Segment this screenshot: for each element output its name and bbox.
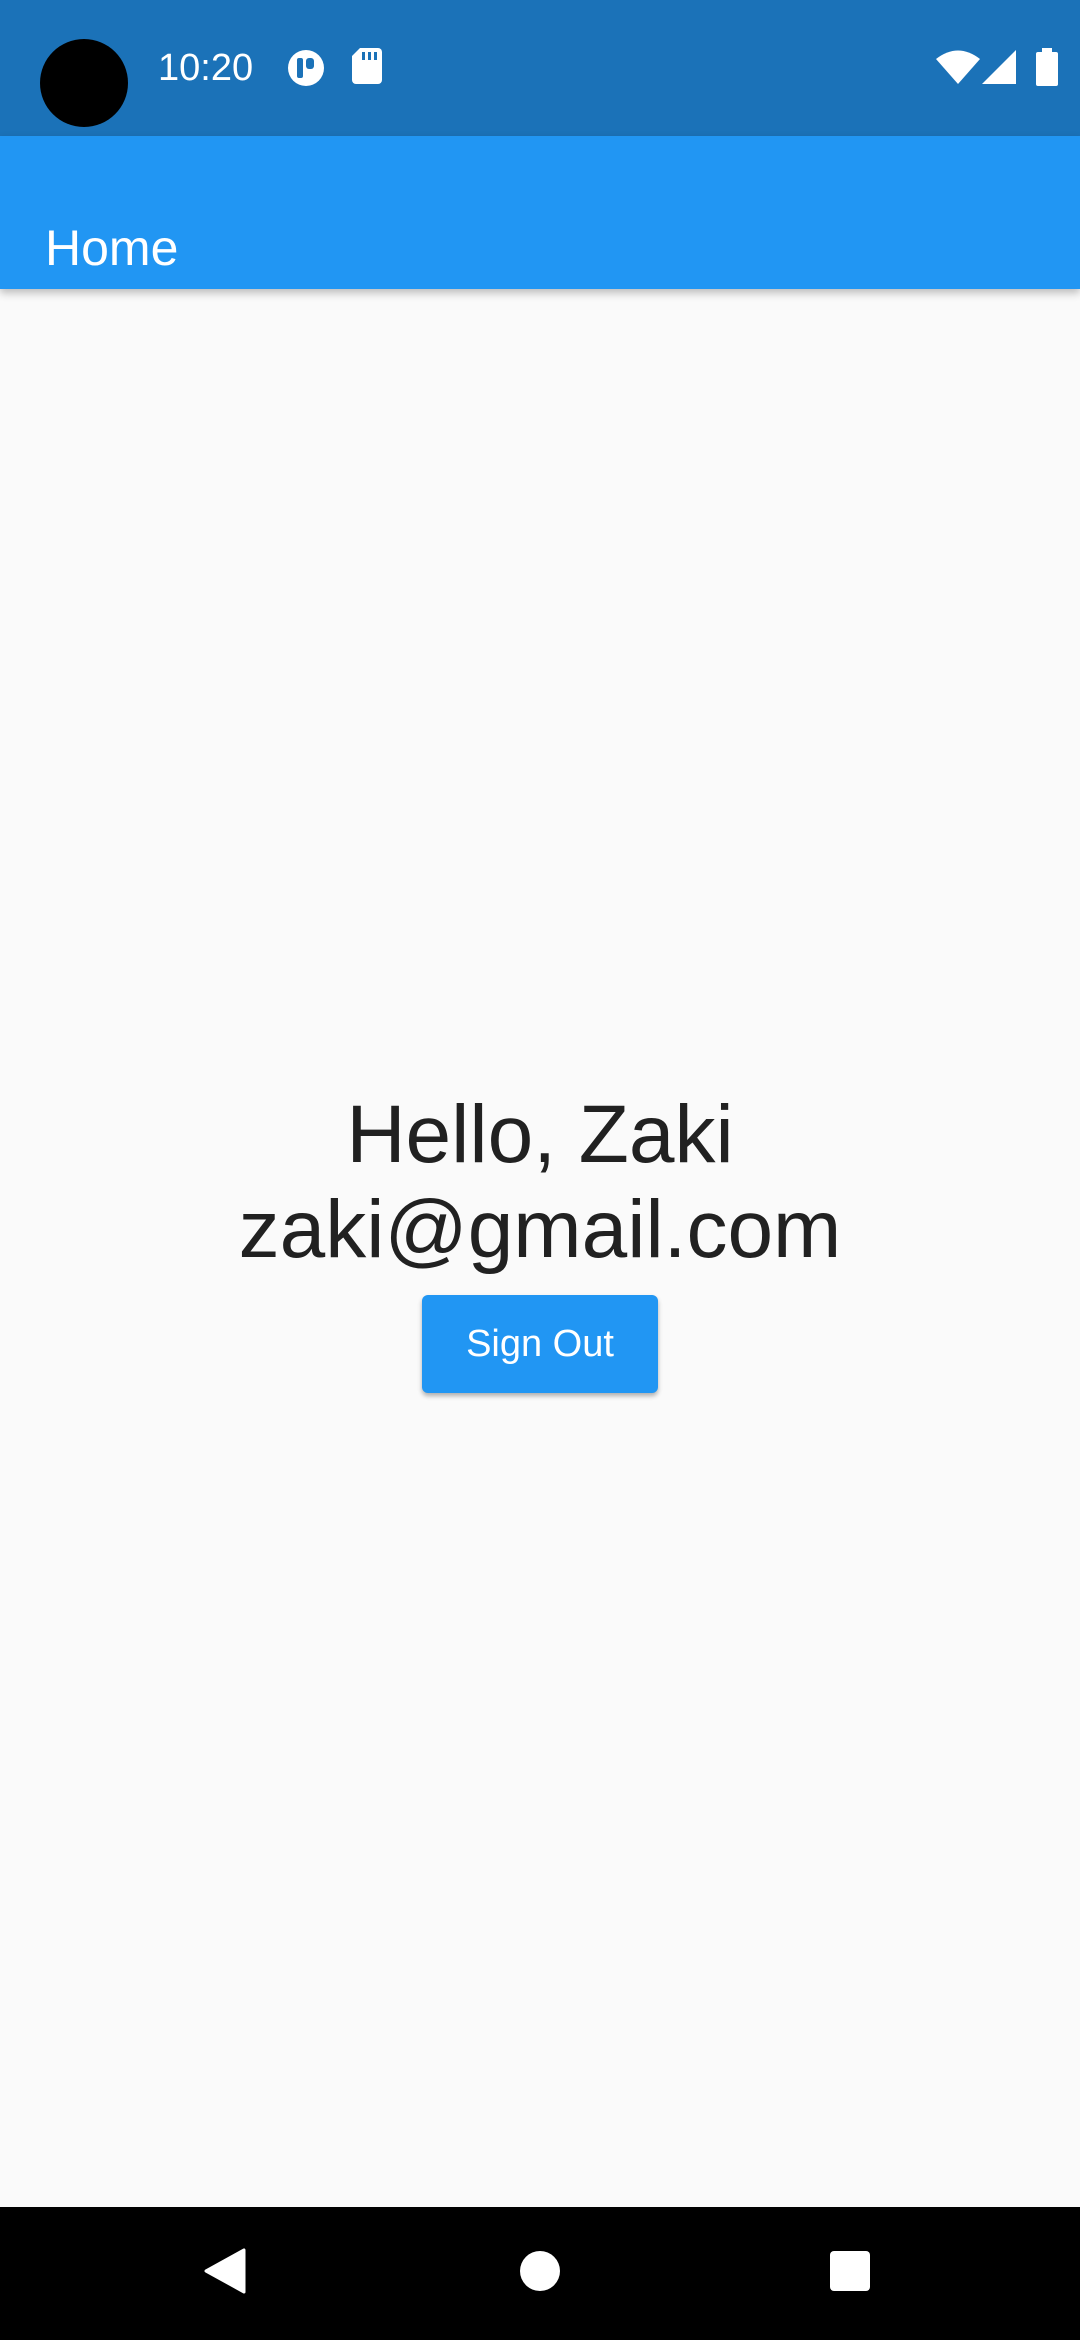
- cell-signal-icon: [982, 50, 1016, 89]
- navigation-bar: [0, 2207, 1080, 2340]
- sd-card-icon: [352, 48, 382, 89]
- status-time: 10:20: [158, 47, 254, 89]
- main-content: Hello, Zaki zaki@gmail.com Sign Out: [0, 289, 1080, 2207]
- wifi-icon: [936, 50, 980, 89]
- recents-icon: [829, 2250, 871, 2297]
- back-button[interactable]: [135, 2207, 315, 2340]
- back-icon: [204, 2248, 246, 2299]
- data-saver-icon: [286, 48, 326, 93]
- page-title: Home: [45, 219, 179, 276]
- user-email: zaki@gmail.com: [238, 1184, 842, 1275]
- sign-out-button[interactable]: Sign Out: [422, 1295, 658, 1393]
- home-button[interactable]: [450, 2207, 630, 2340]
- status-bar: 10:20: [0, 0, 1080, 136]
- recents-button[interactable]: [760, 2207, 940, 2340]
- camera-cutout: [40, 39, 128, 127]
- greeting-text: Hello, Zaki: [346, 1089, 734, 1180]
- battery-icon: [1036, 48, 1058, 91]
- app-bar: Home: [0, 136, 1080, 289]
- home-icon: [519, 2250, 561, 2297]
